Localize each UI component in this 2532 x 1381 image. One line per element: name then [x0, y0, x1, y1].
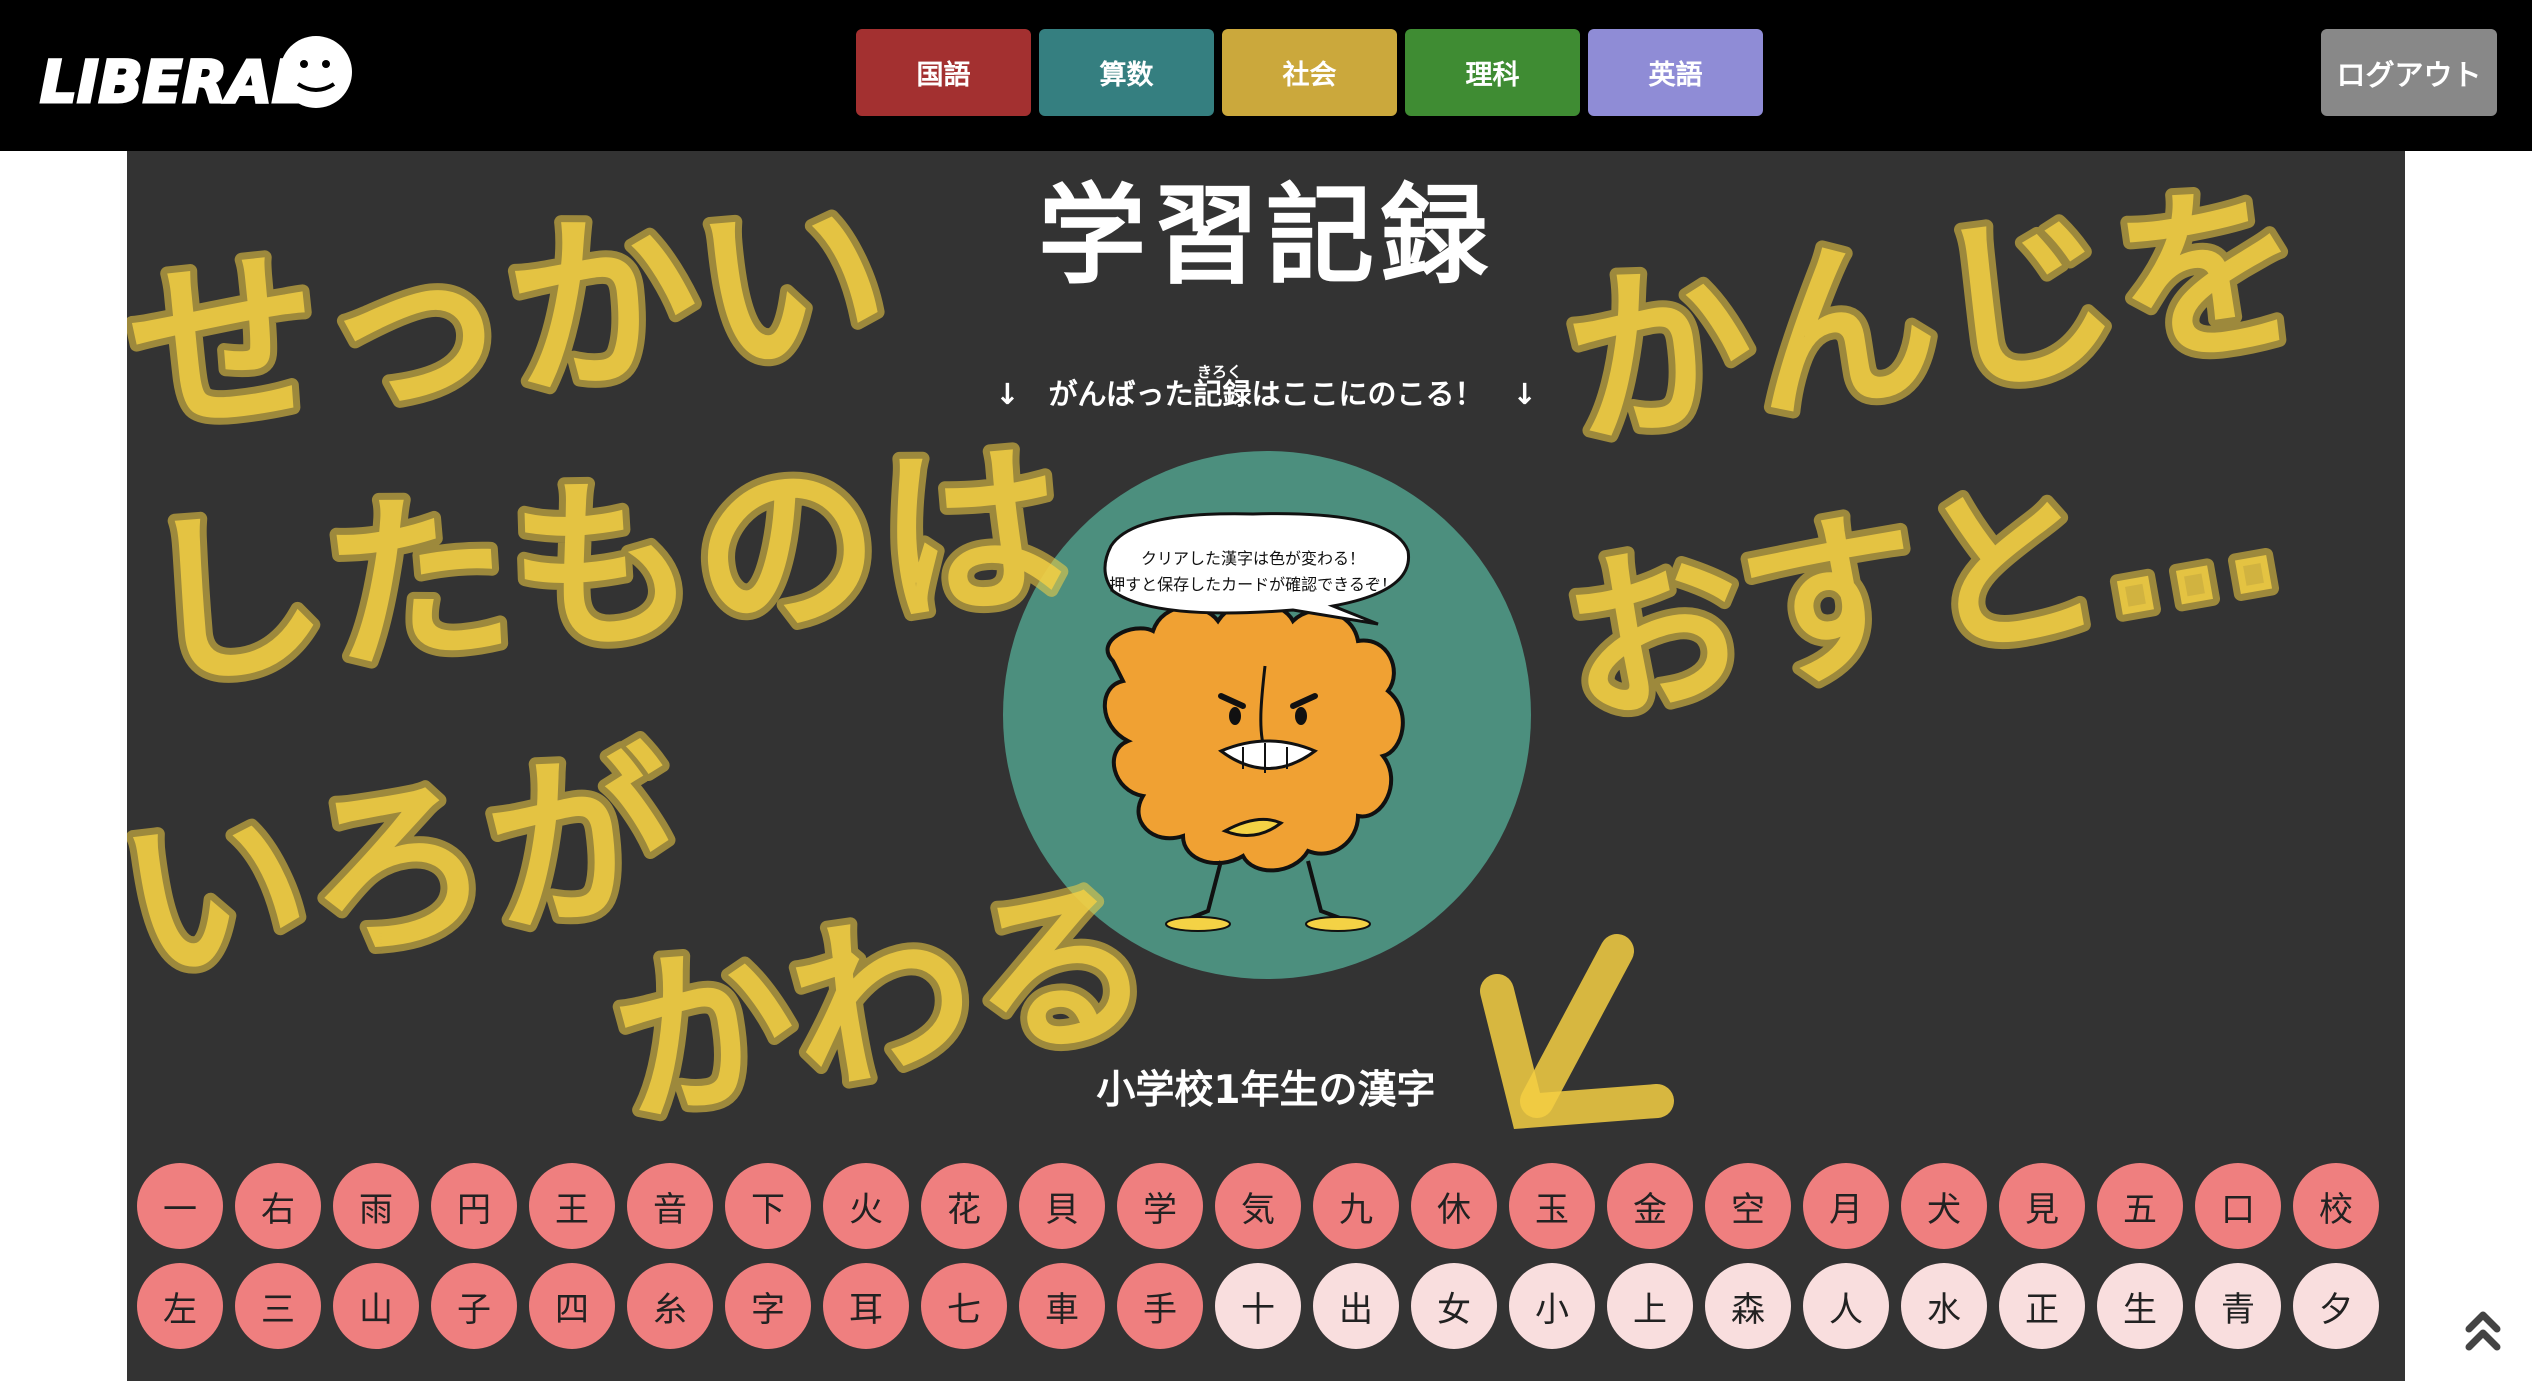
kanji-button[interactable]: 糸	[627, 1263, 713, 1349]
kanji-button[interactable]: 王	[529, 1163, 615, 1249]
kanji-button[interactable]: 音	[627, 1163, 713, 1249]
page-subtitle: ↓ がんばった記録はここにのこる！ ↓	[995, 377, 1537, 411]
overlay-text-3: いろが	[127, 723, 688, 1014]
kanji-button[interactable]: 下	[725, 1163, 811, 1249]
top-nav-bar: LIBERAL 国語 算数 社会 理科 英語 ログアウト	[0, 0, 2532, 151]
kanji-button[interactable]: 三	[235, 1263, 321, 1349]
logo-mascot-icon	[280, 36, 352, 108]
kanji-button[interactable]: 学	[1117, 1163, 1203, 1249]
kanji-button[interactable]: 耳	[823, 1263, 909, 1349]
kanji-button[interactable]: 上	[1607, 1263, 1693, 1349]
kanji-button[interactable]: 円	[431, 1163, 517, 1249]
kanji-button[interactable]: 休	[1411, 1163, 1497, 1249]
kanji-button[interactable]: 貝	[1019, 1163, 1105, 1249]
kanji-button[interactable]: 夕	[2293, 1263, 2379, 1349]
kanji-button[interactable]: 青	[2195, 1263, 2281, 1349]
kanji-button[interactable]: 口	[2195, 1163, 2281, 1249]
subject-button-social[interactable]: 社会	[1222, 29, 1397, 116]
subject-button-english[interactable]: 英語	[1588, 29, 1763, 116]
kanji-button[interactable]: 花	[921, 1163, 1007, 1249]
subject-button-science[interactable]: 理科	[1405, 29, 1580, 116]
kanji-button[interactable]: 九	[1313, 1163, 1399, 1249]
logout-button[interactable]: ログアウト	[2321, 29, 2497, 116]
scroll-to-top-icon[interactable]	[2463, 1305, 2503, 1355]
kanji-button[interactable]: 出	[1313, 1263, 1399, 1349]
kanji-button[interactable]: 女	[1411, 1263, 1497, 1349]
kanji-button[interactable]: 七	[921, 1263, 1007, 1349]
kanji-button[interactable]: 空	[1705, 1163, 1791, 1249]
kanji-button[interactable]: 生	[2097, 1263, 2183, 1349]
kanji-button[interactable]: 左	[137, 1263, 223, 1349]
subject-button-math[interactable]: 算数	[1039, 29, 1214, 116]
subject-nav: 国語 算数 社会 理科 英語	[856, 29, 1763, 116]
kanji-button[interactable]: 玉	[1509, 1163, 1595, 1249]
section-title: 小学校1年生の漢字	[1096, 1068, 1436, 1113]
kanji-button[interactable]: 金	[1607, 1163, 1693, 1249]
kanji-button[interactable]: 気	[1215, 1163, 1301, 1249]
kanji-button[interactable]: 雨	[333, 1163, 419, 1249]
kanji-button[interactable]: 森	[1705, 1263, 1791, 1349]
study-record-panel: 学習記録 きろく ↓ がんばった記録はここにのこる！ ↓ クリアした漢字は色が変…	[127, 151, 2405, 1381]
page-title: 学習記録	[1037, 174, 1494, 299]
speech-line-1: クリアした漢字は色が変わる！	[1140, 549, 1365, 568]
kanji-button[interactable]: 校	[2293, 1163, 2379, 1249]
kanji-button[interactable]: 人	[1803, 1263, 1889, 1349]
speech-bubble-text: クリアした漢字は色が変わる！ 押すと保存したカードが確認できるぞ！	[1103, 546, 1403, 598]
subject-button-japanese[interactable]: 国語	[856, 29, 1031, 116]
kanji-button[interactable]: 手	[1117, 1263, 1203, 1349]
kanji-button[interactable]: 十	[1215, 1263, 1301, 1349]
kanji-button[interactable]: 子	[431, 1263, 517, 1349]
kanji-button[interactable]: 火	[823, 1163, 909, 1249]
kanji-button[interactable]: 水	[1901, 1263, 1987, 1349]
kanji-button[interactable]: 四	[529, 1263, 615, 1349]
kanji-button[interactable]: 右	[235, 1163, 321, 1249]
liberal-logo[interactable]: LIBERAL	[36, 26, 356, 122]
kanji-grid: 一右雨円王音下火花貝学気九休玉金空月犬見五口校左三山子四糸字耳七車手十出女小上森…	[137, 1163, 2402, 1349]
kanji-button[interactable]: 犬	[1901, 1163, 1987, 1249]
kanji-button[interactable]: 一	[137, 1163, 223, 1249]
kanji-button[interactable]: 山	[333, 1263, 419, 1349]
kanji-button[interactable]: 小	[1509, 1263, 1595, 1349]
kanji-button[interactable]: 月	[1803, 1163, 1889, 1249]
kanji-button[interactable]: 車	[1019, 1263, 1105, 1349]
kanji-button[interactable]: 字	[725, 1263, 811, 1349]
overlay-text-6: おすと…	[1548, 422, 2293, 753]
overlay-text-2: したものは	[132, 419, 1072, 715]
speech-line-2: 押すと保存したカードが確認できるぞ！	[1109, 575, 1397, 594]
logo-text: LIBERAL	[40, 48, 309, 116]
kanji-button[interactable]: 五	[2097, 1163, 2183, 1249]
kanji-button[interactable]: 見	[1999, 1163, 2085, 1249]
kanji-button[interactable]: 正	[1999, 1263, 2085, 1349]
